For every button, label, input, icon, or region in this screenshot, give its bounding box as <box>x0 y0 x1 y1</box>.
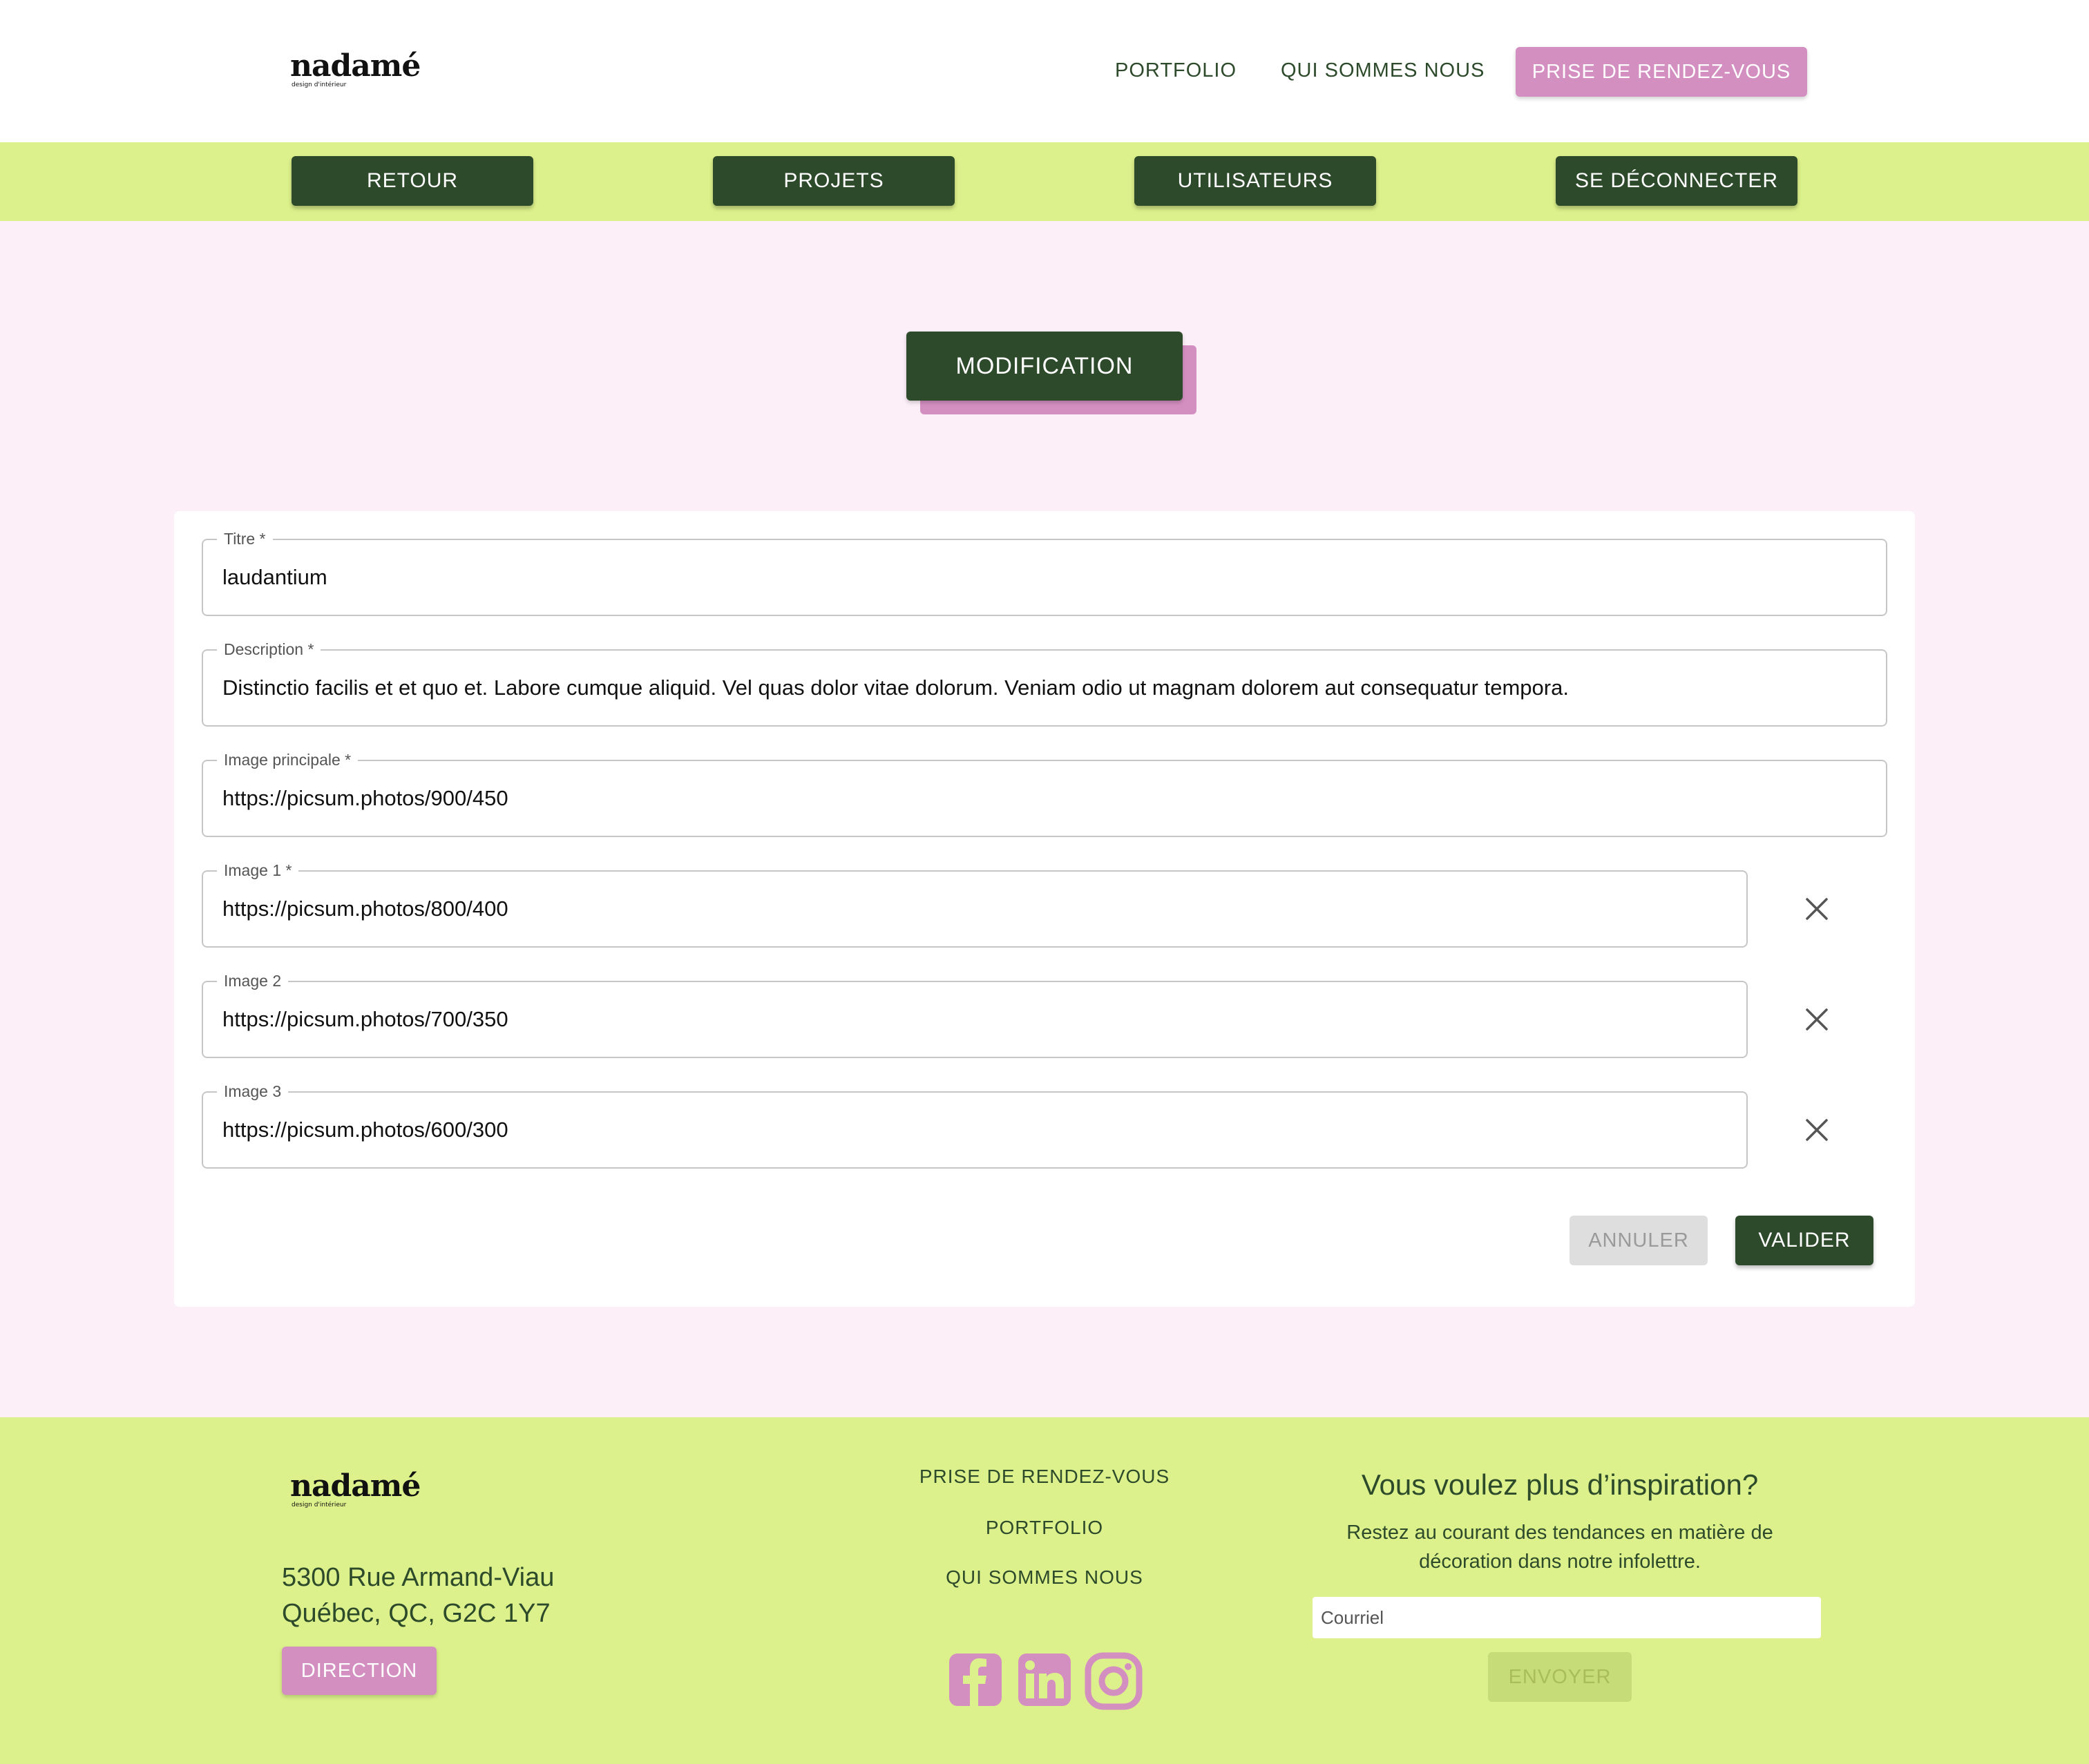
footer-link-appointment[interactable]: PRISE DE RENDEZ-VOUS <box>837 1466 1252 1488</box>
image-3-field[interactable]: Image 3 https://picsum.photos/600/300 <box>202 1082 1748 1169</box>
title-field[interactable]: Titre * laudantium <box>202 529 1887 616</box>
send-button[interactable]: ENVOYER <box>1488 1652 1632 1702</box>
address-line-1: 5300 Rue Armand-Viau <box>282 1563 555 1592</box>
newsletter-text: Restez au courant des tendances en matiè… <box>1346 1522 1773 1573</box>
footer-link-about[interactable]: QUI SOMMES NOUS <box>837 1566 1252 1589</box>
nav-link-portfolio[interactable]: PORTFOLIO <box>1115 59 1237 82</box>
logout-button[interactable]: SE DÉCONNECTER <box>1556 156 1797 206</box>
main-image-field-value[interactable]: https://picsum.photos/900/450 <box>222 761 508 836</box>
description-field-value[interactable]: Distinctio facilis et et quo et. Labore … <box>222 651 1569 725</box>
footer-brand-logo[interactable]: nadamé design d'intérieur <box>290 1468 421 1509</box>
remove-image-2-close-icon[interactable] <box>1803 1006 1831 1033</box>
projects-button[interactable]: PROJETS <box>713 156 955 206</box>
brand-logo[interactable]: nadamé design d'intérieur <box>290 48 421 89</box>
image-1-field-value[interactable]: https://picsum.photos/800/400 <box>222 872 508 946</box>
remove-image-3-close-icon[interactable] <box>1803 1116 1831 1144</box>
newsletter-title: Vous voulez plus d’inspiration? <box>1361 1468 1759 1501</box>
email-input[interactable]: Courriel <box>1313 1597 1821 1638</box>
image-3-field-value[interactable]: https://picsum.photos/600/300 <box>222 1093 508 1167</box>
nav-link-about[interactable]: QUI SOMMES NOUS <box>1281 59 1485 82</box>
footer-address: 5300 Rue Armand-Viau Québec, QC, G2C 1Y7 <box>282 1560 554 1631</box>
instagram-icon[interactable] <box>1085 1652 1143 1710</box>
submit-button[interactable]: VALIDER <box>1735 1216 1873 1265</box>
title-field-value[interactable]: laudantium <box>222 540 327 615</box>
cancel-button[interactable]: ANNULER <box>1570 1216 1708 1265</box>
main-image-field[interactable]: Image principale * https://picsum.photos… <box>202 750 1887 837</box>
back-button[interactable]: RETOUR <box>292 156 533 206</box>
appointment-button[interactable]: PRISE DE RENDEZ-VOUS <box>1516 47 1807 97</box>
footer-link-portfolio[interactable]: PORTFOLIO <box>837 1517 1252 1539</box>
remove-image-1-close-icon[interactable] <box>1803 895 1831 923</box>
description-field[interactable]: Description * Distinctio facilis et et q… <box>202 640 1887 727</box>
brand-name: nadamé <box>290 48 421 84</box>
image-1-field[interactable]: Image 1 * https://picsum.photos/800/400 <box>202 861 1748 948</box>
direction-button[interactable]: DIRECTION <box>282 1647 437 1695</box>
facebook-icon[interactable] <box>948 1652 1003 1707</box>
image-2-field[interactable]: Image 2 https://picsum.photos/700/350 <box>202 971 1748 1058</box>
address-line-2: Québec, QC, G2C 1Y7 <box>282 1599 551 1628</box>
footer-brand-name: nadamé <box>290 1468 421 1504</box>
linkedin-icon[interactable] <box>1017 1652 1072 1707</box>
users-button[interactable]: UTILISATEURS <box>1134 156 1376 206</box>
image-2-field-value[interactable]: https://picsum.photos/700/350 <box>222 982 508 1057</box>
page-title: MODIFICATION <box>906 332 1183 401</box>
